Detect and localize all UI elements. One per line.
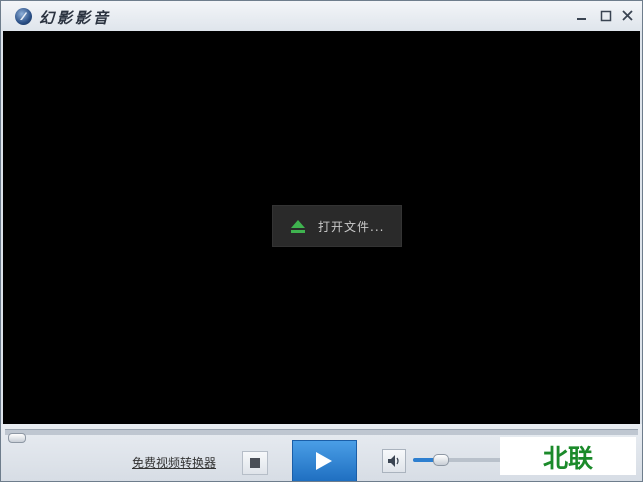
open-file-label: 打开文件... [318, 220, 385, 234]
maximize-icon[interactable] [597, 8, 615, 24]
watermark-text: 北联 [542, 444, 593, 473]
play-icon [316, 452, 332, 470]
volume-thumb[interactable] [433, 454, 449, 466]
open-file-button[interactable]: 打开文件... [272, 205, 402, 247]
video-area[interactable]: 打开文件... [3, 31, 640, 424]
stop-button[interactable] [242, 451, 268, 475]
watermark: 北联 [500, 437, 636, 475]
seek-bar[interactable] [5, 429, 638, 443]
app-title: 幻影影音 [39, 9, 112, 27]
player-window: 幻影影音 打开文件... 免费视频转换器 [0, 0, 643, 482]
volume-slider[interactable] [413, 454, 503, 466]
app-logo-icon [15, 8, 32, 25]
close-icon[interactable] [619, 8, 637, 24]
video-converter-link[interactable]: 免费视频转换器 [132, 454, 216, 471]
title-bar[interactable]: 幻影影音 [1, 1, 642, 31]
stop-icon [250, 458, 260, 468]
mute-button[interactable] [382, 449, 406, 473]
eject-icon [291, 220, 305, 233]
minimize-icon[interactable] [573, 8, 591, 24]
play-button[interactable] [292, 440, 357, 481]
speaker-icon [388, 455, 399, 467]
seek-thumb[interactable] [8, 433, 26, 443]
